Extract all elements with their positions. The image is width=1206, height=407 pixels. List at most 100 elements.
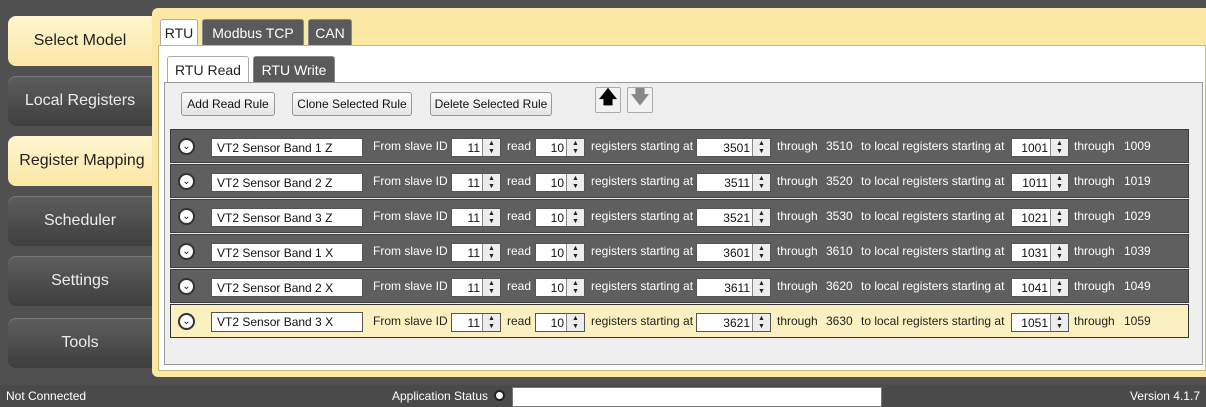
through-label: through bbox=[1074, 279, 1115, 293]
rule-name-input[interactable]: VT2 Sensor Band 1 X bbox=[211, 243, 363, 262]
start-register-spinner[interactable]: 3511 ▲ ▼ bbox=[696, 173, 771, 192]
local-end-value: 1029 bbox=[1124, 209, 1151, 223]
nav-tools[interactable]: Tools bbox=[8, 318, 152, 368]
spinner-arrows-icon[interactable]: ▲ ▼ bbox=[1050, 139, 1068, 156]
button-label: Add Read Rule bbox=[187, 97, 269, 111]
spinner-arrows-icon[interactable]: ▲ ▼ bbox=[482, 244, 500, 261]
rule-name-input[interactable]: VT2 Sensor Band 2 Z bbox=[211, 173, 363, 192]
start-register-spinner[interactable]: 3501 ▲ ▼ bbox=[696, 138, 771, 157]
clone-selected-rule-button[interactable]: Clone Selected Rule bbox=[292, 92, 412, 116]
spinner-arrows-icon[interactable]: ▲ ▼ bbox=[1050, 279, 1068, 296]
expand-icon[interactable]: ⌄ bbox=[178, 235, 196, 267]
start-register-spinner[interactable]: 3521 ▲ ▼ bbox=[696, 208, 771, 227]
spinner-arrows-icon[interactable]: ▲ ▼ bbox=[752, 174, 770, 191]
spinner-arrows-icon[interactable]: ▲ ▼ bbox=[566, 279, 584, 296]
slave-id-spinner[interactable]: 11 ▲ ▼ bbox=[451, 313, 501, 332]
spinner-arrows-icon[interactable]: ▲ ▼ bbox=[752, 139, 770, 156]
local-start-value: 1011 bbox=[1022, 175, 1048, 190]
local-start-value: 1001 bbox=[1021, 140, 1048, 155]
spinner-arrows-icon[interactable]: ▲ ▼ bbox=[566, 314, 584, 331]
register-count-value: 10 bbox=[550, 140, 564, 155]
nav-scheduler[interactable]: Scheduler bbox=[8, 196, 152, 246]
end-register-value: 3630 bbox=[826, 314, 853, 328]
local-end-value: 1039 bbox=[1124, 244, 1151, 258]
rule-row[interactable]: ⌄ VT2 Sensor Band 2 X From slave ID 11 ▲ ▼… bbox=[170, 269, 1189, 303]
rule-row[interactable]: ⌄ VT2 Sensor Band 1 Z From slave ID 11 ▲ ▼… bbox=[170, 129, 1189, 163]
expand-icon[interactable]: ⌄ bbox=[178, 165, 196, 197]
through-label: through bbox=[777, 244, 818, 258]
status-bar: Not Connected Application Status Version… bbox=[0, 385, 1206, 407]
local-start-spinner[interactable]: 1031 ▲ ▼ bbox=[1011, 243, 1069, 262]
nav-label: Local Registers bbox=[24, 92, 136, 109]
spinner-arrows-icon[interactable]: ▲ ▼ bbox=[566, 174, 584, 191]
expand-icon[interactable]: ⌄ bbox=[178, 200, 196, 232]
expand-icon[interactable]: ⌄ bbox=[178, 270, 196, 302]
from-slave-label: From slave ID bbox=[373, 279, 448, 293]
spinner-arrows-icon[interactable]: ▲ ▼ bbox=[1050, 174, 1068, 191]
spinner-arrows-icon[interactable]: ▲ ▼ bbox=[482, 139, 500, 156]
nav-select-model[interactable]: Select Model bbox=[8, 16, 152, 66]
slave-id-spinner[interactable]: 11 ▲ ▼ bbox=[451, 278, 501, 297]
expand-icon[interactable]: ⌄ bbox=[178, 305, 196, 337]
register-count-spinner[interactable]: 10 ▲ ▼ bbox=[535, 173, 585, 192]
local-start-spinner[interactable]: 1001 ▲ ▼ bbox=[1011, 138, 1069, 157]
delete-selected-rule-button[interactable]: Delete Selected Rule bbox=[430, 92, 552, 116]
move-up-button[interactable]: 🡅 bbox=[595, 87, 621, 113]
local-start-spinner[interactable]: 1011 ▲ ▼ bbox=[1011, 173, 1069, 192]
register-count-spinner[interactable]: 10 ▲ ▼ bbox=[535, 313, 585, 332]
add-read-rule-button[interactable]: Add Read Rule bbox=[181, 92, 275, 116]
tab-can[interactable]: CAN bbox=[308, 19, 352, 45]
spinner-arrows-icon[interactable]: ▲ ▼ bbox=[752, 314, 770, 331]
rule-name-input[interactable]: VT2 Sensor Band 3 Z bbox=[211, 208, 363, 227]
tab-rtu[interactable]: RTU bbox=[160, 19, 198, 45]
register-count-spinner[interactable]: 10 ▲ ▼ bbox=[535, 243, 585, 262]
nav-label: Select Model bbox=[33, 32, 127, 49]
rule-name-input[interactable]: VT2 Sensor Band 2 X bbox=[211, 278, 363, 297]
spinner-arrows-icon[interactable]: ▲ ▼ bbox=[482, 279, 500, 296]
rule-name-input[interactable]: VT2 Sensor Band 3 X bbox=[211, 312, 363, 332]
rule-row[interactable]: ⌄ VT2 Sensor Band 3 X From slave ID 11 ▲ ▼… bbox=[170, 304, 1189, 338]
spinner-arrows-icon[interactable]: ▲ ▼ bbox=[1050, 314, 1068, 331]
rule-row[interactable]: ⌄ VT2 Sensor Band 3 Z From slave ID 11 ▲ ▼… bbox=[170, 199, 1189, 233]
nav-local-registers[interactable]: Local Registers bbox=[8, 76, 152, 126]
nav-register-mapping[interactable]: Register Mapping bbox=[8, 136, 156, 186]
spinner-arrows-icon[interactable]: ▲ ▼ bbox=[566, 139, 584, 156]
spinner-arrows-icon[interactable]: ▲ ▼ bbox=[752, 279, 770, 296]
spinner-arrows-icon[interactable]: ▲ ▼ bbox=[752, 209, 770, 226]
start-register-spinner[interactable]: 3611 ▲ ▼ bbox=[696, 278, 771, 297]
slave-id-spinner[interactable]: 11 ▲ ▼ bbox=[451, 208, 501, 227]
move-down-button[interactable]: 🡇 bbox=[627, 87, 653, 113]
slave-id-spinner[interactable]: 11 ▲ ▼ bbox=[451, 173, 501, 192]
slave-id-spinner[interactable]: 11 ▲ ▼ bbox=[451, 138, 501, 157]
register-count-spinner[interactable]: 10 ▲ ▼ bbox=[535, 208, 585, 227]
start-register-spinner[interactable]: 3601 ▲ ▼ bbox=[696, 243, 771, 262]
spinner-arrows-icon[interactable]: ▲ ▼ bbox=[1050, 209, 1068, 226]
rule-row[interactable]: ⌄ VT2 Sensor Band 1 X From slave ID 11 ▲ ▼… bbox=[170, 234, 1189, 268]
spinner-arrows-icon[interactable]: ▲ ▼ bbox=[482, 209, 500, 226]
local-starting-label: to local registers starting at bbox=[861, 279, 1005, 293]
tab-modbus-tcp[interactable]: Modbus TCP bbox=[202, 19, 304, 45]
version-label: Version 4.1.7 bbox=[1129, 389, 1200, 403]
spinner-arrows-icon[interactable]: ▲ ▼ bbox=[566, 244, 584, 261]
status-indicator-icon bbox=[494, 390, 505, 401]
rule-row[interactable]: ⌄ VT2 Sensor Band 2 Z From slave ID 11 ▲ ▼… bbox=[170, 164, 1189, 198]
through-label: through bbox=[777, 139, 818, 153]
spinner-arrows-icon[interactable]: ▲ ▼ bbox=[482, 314, 500, 331]
spinner-arrows-icon[interactable]: ▲ ▼ bbox=[1050, 244, 1068, 261]
read-label: read bbox=[507, 314, 532, 328]
register-count-spinner[interactable]: 10 ▲ ▼ bbox=[535, 278, 585, 297]
slave-id-spinner[interactable]: 11 ▲ ▼ bbox=[451, 243, 501, 262]
tab-rtu-read[interactable]: RTU Read bbox=[167, 56, 249, 82]
tab-rtu-write[interactable]: RTU Write bbox=[253, 56, 335, 82]
rule-name-input[interactable]: VT2 Sensor Band 1 Z bbox=[211, 138, 363, 157]
nav-settings[interactable]: Settings bbox=[8, 256, 152, 306]
register-count-spinner[interactable]: 10 ▲ ▼ bbox=[535, 138, 585, 157]
expand-icon[interactable]: ⌄ bbox=[178, 130, 196, 162]
local-start-spinner[interactable]: 1051 ▲ ▼ bbox=[1011, 313, 1069, 332]
spinner-arrows-icon[interactable]: ▲ ▼ bbox=[482, 174, 500, 191]
start-register-spinner[interactable]: 3621 ▲ ▼ bbox=[696, 313, 771, 332]
local-start-spinner[interactable]: 1041 ▲ ▼ bbox=[1011, 278, 1069, 297]
spinner-arrows-icon[interactable]: ▲ ▼ bbox=[752, 244, 770, 261]
local-start-spinner[interactable]: 1021 ▲ ▼ bbox=[1011, 208, 1069, 227]
spinner-arrows-icon[interactable]: ▲ ▼ bbox=[566, 209, 584, 226]
